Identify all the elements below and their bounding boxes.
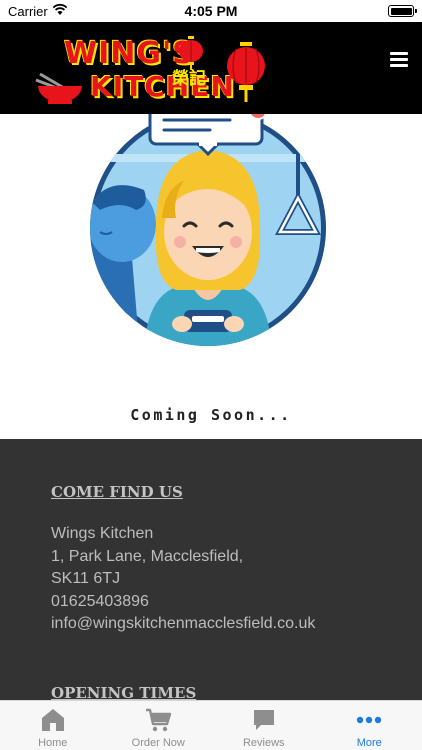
- home-icon: [41, 709, 64, 731]
- coming-soon-illustration: [90, 114, 326, 346]
- lantern-icon: [227, 42, 265, 102]
- hamburger-icon: [390, 52, 408, 55]
- coming-soon-text: Coming Soon...: [130, 406, 292, 424]
- wings-kitchen-logo[interactable]: WING'S KITCHEN 榮記: [30, 30, 280, 108]
- email-link[interactable]: info@wingskitchenmacclesfield.co.uk: [51, 613, 315, 636]
- tab-order-now-label: Order Now: [131, 737, 185, 749]
- address-block: Wings Kitchen 1, Park Lane, Macclesfield…: [51, 523, 315, 636]
- tab-home-label: Home: [38, 737, 68, 749]
- street-address: 1, Park Lane, Macclesfield,: [51, 547, 244, 565]
- tab-order-now[interactable]: Order Now: [106, 701, 212, 750]
- app-header: WING'S KITCHEN 榮記: [0, 22, 422, 114]
- clock: 4:05 PM: [184, 3, 238, 19]
- tab-bar: Home Order Now Reviews More: [0, 700, 422, 750]
- tab-more-label: More: [356, 737, 382, 749]
- logo-chinese-text: 榮記: [172, 69, 206, 89]
- come-find-us-heading: COME FIND US: [51, 483, 183, 501]
- cart-icon: [146, 708, 172, 732]
- tab-more[interactable]: More: [317, 701, 422, 750]
- chat-icon: [253, 710, 274, 730]
- tab-reviews-label: Reviews: [242, 737, 285, 749]
- contact-footer: COME FIND US Wings Kitchen 1, Park Lane,…: [0, 439, 422, 702]
- tab-reviews[interactable]: Reviews: [211, 701, 317, 750]
- menu-button[interactable]: [390, 52, 408, 68]
- tab-home[interactable]: Home: [0, 701, 106, 750]
- more-icon: [357, 716, 382, 724]
- noodle-bowl-icon: [35, 72, 82, 104]
- postcode: SK11 6TJ: [51, 570, 121, 587]
- business-name: Wings Kitchen: [51, 525, 154, 542]
- status-bar: Carrier 4:05 PM: [0, 0, 422, 22]
- phone-link[interactable]: 01625403896: [51, 591, 315, 614]
- logo-text-kitchen: KITCHEN: [90, 70, 235, 103]
- battery-icon: [388, 5, 417, 17]
